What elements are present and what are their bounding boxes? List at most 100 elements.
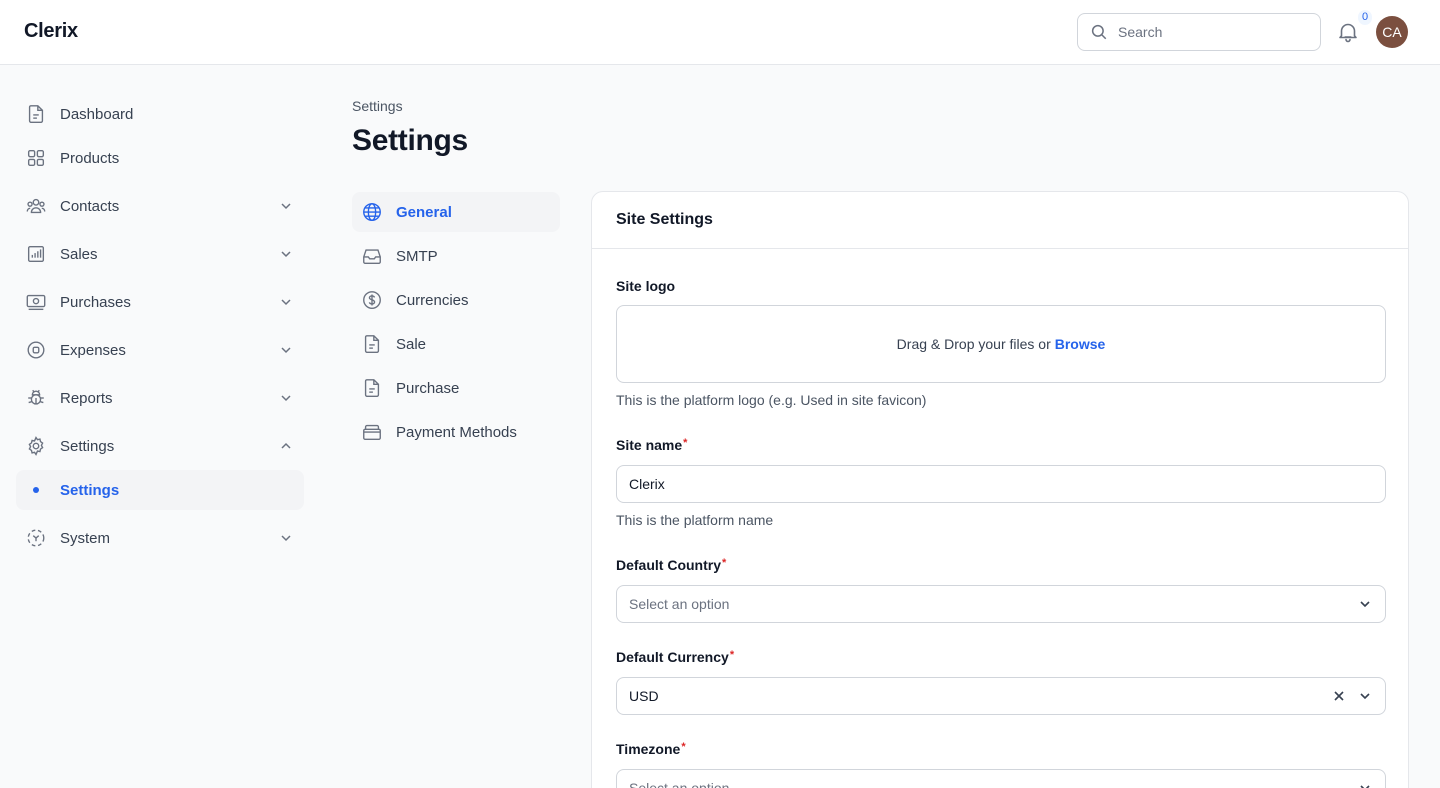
default-currency-value: USD (629, 688, 659, 704)
timezone-select[interactable]: Select an option (616, 769, 1386, 788)
avatar[interactable]: CA (1376, 16, 1408, 48)
timezone-label: Timezone* (616, 741, 686, 757)
required-asterisk: * (683, 437, 688, 449)
sidebar-item-label: Settings (60, 481, 120, 499)
site-logo-label-text: Site logo (616, 278, 676, 294)
sidebar-item-label: Reports (60, 389, 113, 407)
search-input[interactable] (1118, 24, 1298, 40)
chevron-down-icon (281, 203, 291, 210)
default-country-label-text: Default Country (616, 557, 721, 573)
breadcrumb[interactable]: Settings (352, 98, 403, 114)
panel-title: Site Settings (592, 192, 1408, 249)
gear-icon (24, 434, 48, 458)
document-icon (360, 376, 384, 400)
default-country-select[interactable]: Select an option (616, 585, 1386, 623)
sidebar-item-label: Products (60, 149, 120, 167)
sidebar-item-sales[interactable]: Sales (16, 234, 304, 274)
sidebar-item-label: Sales (60, 245, 98, 263)
sidebar-item-purchases[interactable]: Purchases (16, 282, 304, 322)
clear-icon[interactable] (1331, 688, 1347, 704)
browse-link[interactable]: Browse (1055, 336, 1106, 352)
site-name-field[interactable] (616, 465, 1386, 503)
default-currency-label: Default Currency* (616, 649, 734, 665)
subnav-item-label: Sale (396, 335, 427, 353)
inbox-icon (360, 244, 384, 268)
chevron-down-icon (1360, 693, 1370, 700)
site-logo-label: Site logo (616, 278, 675, 294)
subnav-item-label: Purchase (396, 379, 460, 397)
site-name-label: Site name* (616, 437, 687, 453)
sidebar-item-settings[interactable]: Settings (16, 426, 304, 466)
search-icon (1091, 24, 1107, 40)
tab-payment-methods[interactable]: Payment Methods (352, 412, 560, 452)
notification-badge: 0 (1358, 10, 1373, 25)
chart-icon (24, 242, 48, 266)
sidebar-item-expenses[interactable]: Expenses (16, 330, 304, 370)
chevron-down-icon (1360, 601, 1370, 608)
sidebar-item-label: Expenses (60, 341, 126, 359)
sidebar-item-label: Purchases (60, 293, 131, 311)
tab-general[interactable]: General (352, 192, 560, 232)
cash-icon (24, 290, 48, 314)
dot-icon (24, 487, 48, 493)
document-icon (360, 332, 384, 356)
viewfinder-icon (24, 526, 48, 550)
sidebar-item-label: Contacts (60, 197, 120, 215)
subnav-item-label: Payment Methods (396, 423, 517, 441)
tab-purchase[interactable]: Purchase (352, 368, 560, 408)
search-box[interactable] (1077, 13, 1321, 51)
tab-smtp[interactable]: SMTP (352, 236, 560, 276)
chevron-down-icon (281, 299, 291, 306)
timezone-placeholder: Select an option (629, 780, 730, 788)
chevron-down-icon (281, 251, 291, 258)
circle-stop-icon (24, 338, 48, 362)
required-asterisk: * (681, 741, 686, 753)
logo-dropzone[interactable]: Drag & Drop your files or Browse (616, 305, 1386, 383)
sidebar: Dashboard Products Contacts Sales Purcha… (16, 94, 304, 566)
sidebar-item-label: Settings (60, 437, 115, 455)
site-name-input[interactable] (629, 476, 1373, 492)
document-icon (24, 102, 48, 126)
sidebar-item-label: System (60, 529, 111, 547)
required-asterisk: * (722, 557, 727, 569)
top-bar: Clerix 0 CA (0, 0, 1440, 65)
settings-subnav: General SMTP Currencies Sale Purchase Pa… (352, 192, 560, 456)
chevron-up-icon (281, 442, 291, 449)
subnav-item-label: General (396, 203, 452, 221)
chevron-down-icon (1360, 785, 1370, 788)
bug-icon (24, 386, 48, 410)
sidebar-item-products[interactable]: Products (16, 138, 304, 178)
site-name-label-text: Site name (616, 437, 683, 453)
dropzone-text: Drag & Drop your files or (896, 336, 1051, 352)
chevron-down-icon (281, 535, 291, 542)
subnav-item-label: SMTP (396, 247, 438, 265)
timezone-label-text: Timezone (616, 741, 681, 757)
sidebar-item-label: Dashboard (60, 105, 134, 123)
users-icon (24, 194, 48, 218)
default-country-label: Default Country* (616, 557, 726, 573)
dollar-circle-icon (360, 288, 384, 312)
page-title: Settings (352, 124, 468, 157)
default-currency-label-text: Default Currency (616, 649, 729, 665)
site-name-helper: This is the platform name (616, 512, 774, 528)
stack-icon (360, 420, 384, 444)
tab-currencies[interactable]: Currencies (352, 280, 560, 320)
site-logo-helper: This is the platform logo (e.g. Used in … (616, 392, 927, 408)
sidebar-item-dashboard[interactable]: Dashboard (16, 94, 304, 134)
sidebar-item-system[interactable]: System (16, 518, 304, 558)
chevron-down-icon (281, 395, 291, 402)
required-asterisk: * (729, 649, 735, 661)
sidebar-item-contacts[interactable]: Contacts (16, 186, 304, 226)
sidebar-subitem-settings[interactable]: Settings (16, 470, 304, 510)
globe-icon (360, 200, 384, 224)
bell-icon[interactable] (1336, 20, 1360, 44)
default-country-placeholder: Select an option (629, 596, 730, 612)
site-settings-panel: Site Settings Site logo Drag & Drop your… (591, 191, 1409, 788)
brand-logo[interactable]: Clerix (24, 20, 78, 43)
default-currency-select[interactable]: USD (616, 677, 1386, 715)
subnav-item-label: Currencies (396, 291, 469, 309)
chevron-down-icon (281, 347, 291, 354)
grid-icon (24, 146, 48, 170)
tab-sale[interactable]: Sale (352, 324, 560, 364)
sidebar-item-reports[interactable]: Reports (16, 378, 304, 418)
